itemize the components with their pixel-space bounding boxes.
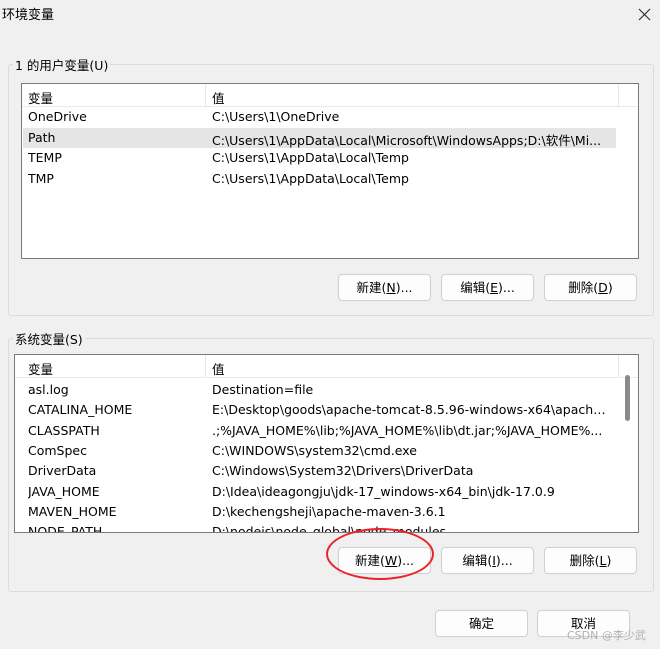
column-header-value[interactable]: 值 <box>212 88 225 107</box>
user-variables-list[interactable]: 变量 值 OneDrive C:\Users\1\OneDrive Path C:\U… <box>21 83 639 259</box>
table-row[interactable]: NODE_PATH D:\nodejs\node_global\node_modu… <box>16 522 611 533</box>
table-row[interactable]: CATALINA_HOME E:\Desktop\goods\apache-tom… <box>16 400 612 420</box>
variable-name: CATALINA_HOME <box>28 402 133 418</box>
close-icon <box>638 8 651 21</box>
system-edit-button[interactable]: 编辑(I)... <box>441 547 534 574</box>
variable-value: C:\Users\1\AppData\Local\Temp <box>212 150 409 165</box>
variable-name: NODE_PATH <box>28 524 103 533</box>
variable-value: E:\Desktop\goods\apache-tomcat-8.5.96-wi… <box>212 402 612 418</box>
user-edit-button[interactable]: 编辑(E)... <box>441 274 534 301</box>
table-row[interactable]: Path C:\Users\1\AppData\Local\Microsoft\W… <box>23 127 616 148</box>
variable-value: C:\Users\1\AppData\Local\Microsoft\Windo… <box>212 132 602 148</box>
variable-name: TMP <box>28 170 54 186</box>
window-title: 环境变量 <box>2 8 55 23</box>
table-row[interactable]: CLASSPATH .;%JAVA_HOME%\lib;%JAVA_HOME%\l… <box>16 421 611 441</box>
scrollbar-thumb[interactable] <box>625 375 630 421</box>
close-button[interactable] <box>632 1 658 27</box>
column-header-name[interactable]: 变量 <box>28 359 53 378</box>
variable-name: ComSpec <box>28 442 87 458</box>
variable-value: .;%JAVA_HOME%\lib;%JAVA_HOME%\lib\dt.jar… <box>212 422 603 438</box>
ok-button[interactable]: 确定 <box>435 610 528 637</box>
column-header-name[interactable]: 变量 <box>28 88 53 107</box>
system-variables-label: 系统变量(S) <box>13 329 85 348</box>
user-new-button[interactable]: 新建(N)... <box>338 274 431 301</box>
table-row[interactable]: TEMP C:\Users\1\AppData\Local\Temp <box>23 148 616 168</box>
system-delete-button[interactable]: 删除(L) <box>544 547 637 574</box>
variable-value: C:\Users\1\OneDrive <box>212 109 340 124</box>
user-list-header: 变量 值 <box>22 84 638 107</box>
table-row[interactable]: MAVEN_HOME D:\kechengsheji\apache-maven-3… <box>16 502 611 522</box>
system-new-button[interactable]: 新建(W)... <box>338 547 431 574</box>
watermark: CSDN @李少武 <box>567 629 646 642</box>
table-row[interactable]: ComSpec C:\WINDOWS\system32\cmd.exe <box>16 441 611 461</box>
variable-value: D:\kechengsheji\apache-maven-3.6.1 <box>212 503 446 519</box>
variable-value: C:\WINDOWS\system32\cmd.exe <box>212 442 417 458</box>
variable-name: OneDrive <box>28 109 87 124</box>
system-variables-list[interactable]: 变量 值 asl.log Destination=file CATALINA_HOM… <box>14 354 639 533</box>
table-row[interactable]: TMP C:\Users\1\AppData\Local\Temp <box>23 169 616 189</box>
system-list-header: 变量 值 <box>15 355 638 378</box>
variable-name: TEMP <box>28 150 62 165</box>
variable-name: CLASSPATH <box>28 422 100 438</box>
variable-name: MAVEN_HOME <box>28 503 117 519</box>
variable-name: JAVA_HOME <box>28 483 100 499</box>
table-row[interactable]: JAVA_HOME D:\Idea\ideagongju\jdk-17_windo… <box>16 482 611 502</box>
variable-value: D:\nodejs\node_global\node_modules <box>212 524 447 533</box>
table-row[interactable]: asl.log Destination=file <box>16 380 611 400</box>
variable-name: DriverData <box>28 463 97 479</box>
variable-value: Destination=file <box>212 382 314 397</box>
column-divider[interactable] <box>205 84 206 106</box>
variable-value: C:\Users\1\AppData\Local\Temp <box>212 170 409 186</box>
variable-name: Path <box>28 129 56 145</box>
user-delete-button[interactable]: 删除(D) <box>544 274 637 301</box>
user-variables-label: 1 的用户变量(U) <box>13 55 111 74</box>
column-header-value[interactable]: 值 <box>212 359 225 378</box>
variable-value: D:\Idea\ideagongju\jdk-17_windows-x64_bi… <box>212 483 555 499</box>
variable-name: asl.log <box>28 382 69 397</box>
table-row[interactable]: OneDrive C:\Users\1\OneDrive <box>23 107 616 127</box>
column-divider[interactable] <box>618 84 619 106</box>
variable-value: C:\Windows\System32\Drivers\DriverData <box>212 463 474 479</box>
title-bar: 环境变量 <box>0 0 660 30</box>
column-divider[interactable] <box>618 355 619 377</box>
table-row[interactable]: DriverData C:\Windows\System32\Drivers\Dr… <box>16 461 611 481</box>
column-divider[interactable] <box>205 355 206 377</box>
